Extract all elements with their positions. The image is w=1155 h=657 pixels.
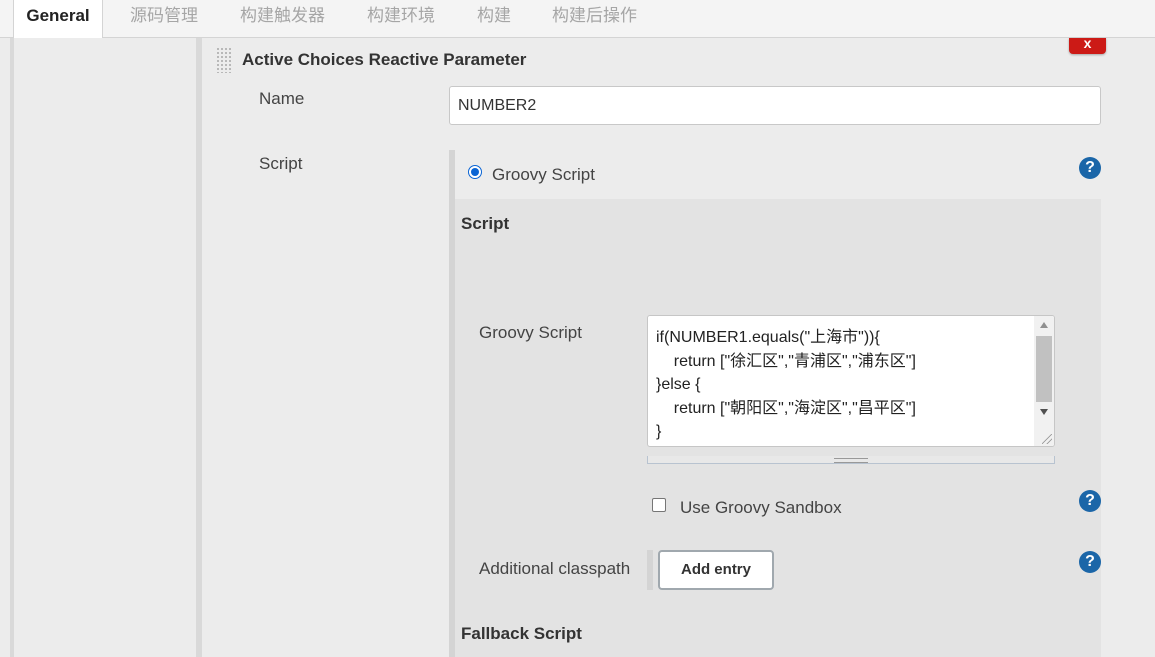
tab-post-build-actions[interactable]: 构建后操作 bbox=[552, 0, 637, 38]
script-help-icon[interactable]: ? bbox=[1079, 157, 1101, 179]
script-section-title: Script bbox=[461, 214, 510, 233]
parameter-title: Active Choices Reactive Parameter bbox=[242, 50, 527, 69]
use-groovy-sandbox-checkbox[interactable] bbox=[652, 498, 666, 512]
fallback-script-title: Fallback Script bbox=[461, 624, 582, 643]
tab-build-triggers[interactable]: 构建触发器 bbox=[240, 0, 325, 38]
classpath-stripe bbox=[647, 550, 653, 590]
scrollbar-thumb[interactable] bbox=[1036, 336, 1052, 402]
tab-general[interactable]: General bbox=[13, 0, 103, 39]
groovy-script-editor[interactable]: if(NUMBER1.equals("上海市")){ return ["徐汇区"… bbox=[647, 315, 1055, 447]
groovy-script-radio-label[interactable]: Groovy Script bbox=[492, 165, 595, 185]
sandbox-help-icon[interactable]: ? bbox=[1079, 490, 1101, 512]
delete-parameter-button[interactable]: x bbox=[1069, 36, 1106, 54]
groovy-script-label: Groovy Script bbox=[479, 323, 582, 342]
tab-source-code-management[interactable]: 源码管理 bbox=[130, 0, 198, 38]
name-label: Name bbox=[259, 89, 305, 108]
tab-build-environment[interactable]: 构建环境 bbox=[367, 0, 435, 38]
groovy-script-code[interactable]: if(NUMBER1.equals("上海市")){ return ["徐汇区"… bbox=[656, 326, 916, 444]
tab-build[interactable]: 构建 bbox=[477, 0, 511, 38]
left-panel bbox=[14, 38, 196, 657]
resize-grip-icon[interactable] bbox=[1042, 434, 1052, 444]
script-label: Script bbox=[259, 154, 303, 173]
additional-classpath-label: Additional classpath bbox=[479, 559, 631, 578]
scroll-down-arrow-icon[interactable] bbox=[1040, 409, 1048, 415]
use-groovy-sandbox-label[interactable]: Use Groovy Sandbox bbox=[680, 498, 842, 518]
config-tab-bar: General 源码管理 构建触发器 构建环境 构建 构建后操作 bbox=[0, 0, 1155, 39]
groovy-script-radio[interactable] bbox=[468, 165, 482, 179]
name-input[interactable]: NUMBER2 bbox=[449, 86, 1101, 125]
scroll-up-arrow-icon[interactable] bbox=[1040, 322, 1048, 328]
drag-handle-icon[interactable] bbox=[216, 47, 232, 73]
editor-resize-handle[interactable] bbox=[647, 456, 1055, 464]
add-entry-button[interactable]: Add entry bbox=[658, 550, 774, 590]
classpath-help-icon[interactable]: ? bbox=[1079, 551, 1101, 573]
editor-vertical-scrollbar[interactable] bbox=[1034, 316, 1054, 446]
resize-handle-grip-icon[interactable] bbox=[834, 458, 868, 463]
